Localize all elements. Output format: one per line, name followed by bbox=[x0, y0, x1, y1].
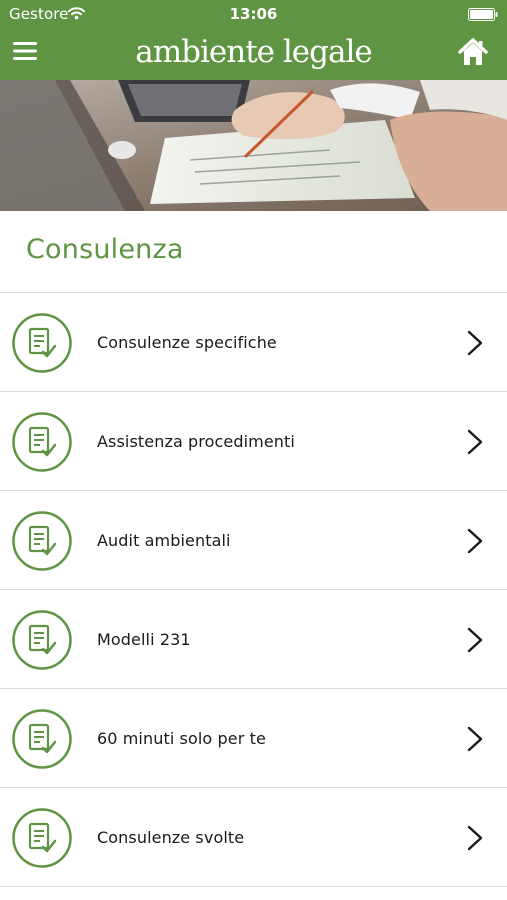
hero-image bbox=[0, 80, 507, 211]
battery-icon bbox=[468, 8, 498, 21]
list-item-label: Consulenze specifiche bbox=[97, 333, 277, 352]
document-check-icon bbox=[12, 709, 72, 769]
chevron-right-icon bbox=[467, 726, 483, 752]
document-check-icon bbox=[12, 610, 72, 670]
consulenza-list: Consulenze specifiche Assistenza procedi… bbox=[0, 292, 507, 887]
app-screen: Gestore 13:06 ambiente legale Consulenza… bbox=[0, 0, 507, 900]
document-check-icon bbox=[12, 313, 72, 373]
list-item-label: Consulenze svolte bbox=[97, 828, 245, 847]
list-item-consulenze-svolte[interactable]: Consulenze svolte bbox=[0, 788, 507, 887]
list-item-60-minuti[interactable]: 60 minuti solo per te bbox=[0, 689, 507, 788]
chevron-right-icon bbox=[467, 528, 483, 554]
chevron-right-icon bbox=[467, 330, 483, 356]
chevron-right-icon bbox=[467, 429, 483, 455]
list-item-audit-ambientali[interactable]: Audit ambientali bbox=[0, 491, 507, 590]
home-icon[interactable] bbox=[457, 36, 489, 68]
chevron-right-icon bbox=[467, 627, 483, 653]
brand-logo: ambiente legale bbox=[135, 34, 372, 70]
list-item-label: Assistenza procedimenti bbox=[97, 432, 295, 451]
list-item-modelli-231[interactable]: Modelli 231 bbox=[0, 590, 507, 689]
list-item-label: 60 minuti solo per te bbox=[97, 729, 266, 748]
list-item-label: Modelli 231 bbox=[97, 630, 191, 649]
list-item-consulenze-specifiche[interactable]: Consulenze specifiche bbox=[0, 293, 507, 392]
chevron-right-icon bbox=[467, 825, 483, 851]
document-check-icon bbox=[12, 412, 72, 472]
section-title: Consulenza bbox=[26, 234, 184, 265]
document-check-icon bbox=[12, 808, 72, 868]
app-header: Gestore 13:06 ambiente legale bbox=[0, 0, 507, 80]
list-item-label: Audit ambientali bbox=[97, 531, 231, 550]
status-time: 13:06 bbox=[229, 5, 278, 23]
list-item-assistenza-procedimenti[interactable]: Assistenza procedimenti bbox=[0, 392, 507, 491]
document-check-icon bbox=[12, 511, 72, 571]
